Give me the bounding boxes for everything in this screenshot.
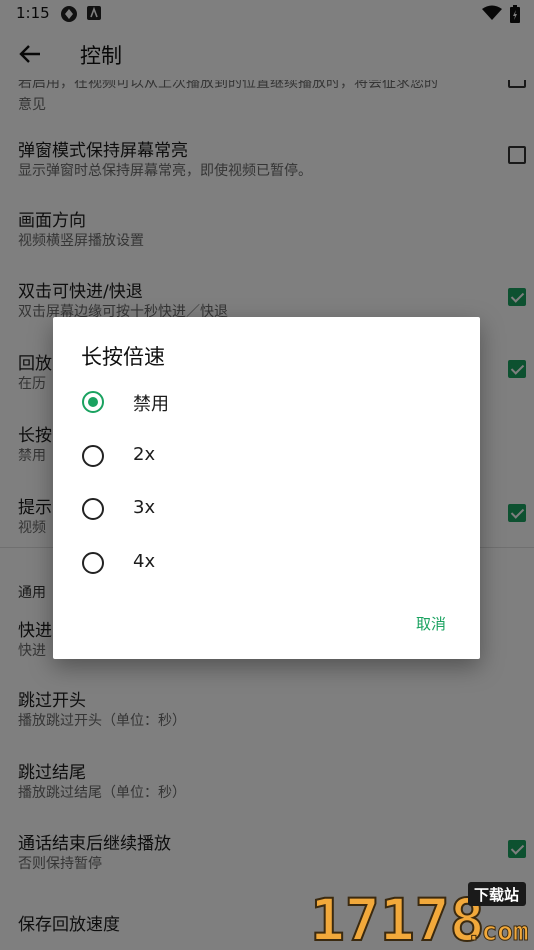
option-disabled[interactable]: 禁用 [53, 376, 480, 430]
option-4x[interactable]: 4x [53, 537, 480, 591]
watermark-number: 17178 [310, 886, 485, 946]
option-label: 2x [133, 444, 156, 465]
site-watermark-logo: 17178 下载站 .com [309, 882, 528, 946]
option-label: 3x [133, 497, 156, 518]
cancel-button[interactable]: 取消 [416, 613, 446, 634]
radio-button[interactable] [82, 498, 104, 520]
radio-button[interactable] [82, 445, 104, 467]
watermark-tag: 下载站 [474, 886, 519, 904]
option-label: 禁用 [133, 394, 169, 415]
watermark-domain: .com [466, 917, 528, 946]
dialog-title: 长按倍速 [81, 345, 165, 369]
radio-button[interactable] [82, 391, 104, 413]
option-3x[interactable]: 3x [53, 483, 480, 537]
option-label: 4x [133, 551, 156, 572]
radio-button[interactable] [82, 552, 104, 574]
option-2x[interactable]: 2x [53, 430, 480, 484]
long-press-speed-dialog: 长按倍速 禁用 2x 3x 4x 取消 [53, 317, 480, 659]
